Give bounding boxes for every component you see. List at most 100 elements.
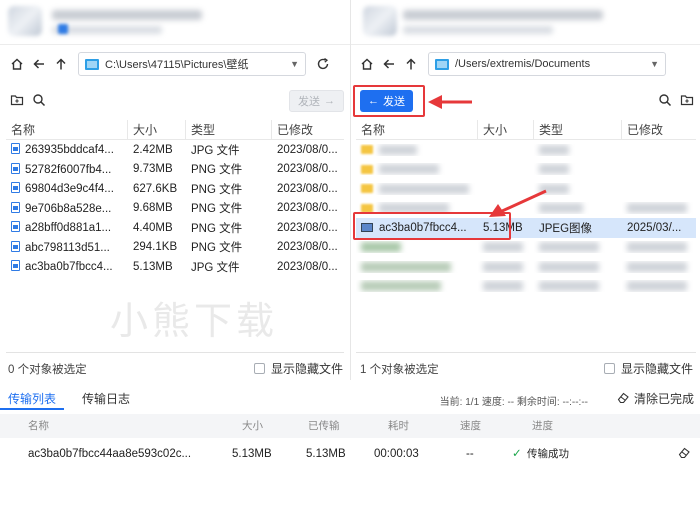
file-size: 5.13MB — [133, 260, 173, 273]
col-modified[interactable]: 已修改 — [622, 120, 696, 139]
list-item[interactable] — [356, 277, 696, 297]
file-icon — [11, 260, 20, 272]
file-type: PNG 文件 — [191, 203, 243, 216]
table-row[interactable]: 263935bddcaf4... 2.42MB JPG 文件 2023/08/0... — [6, 140, 344, 160]
col-type[interactable]: 类型 — [534, 120, 622, 139]
file-type: JPG 文件 — [191, 261, 240, 274]
file-name: abc798113d51... — [6, 240, 128, 254]
back-arrow-icon[interactable] — [378, 53, 400, 75]
up-arrow-icon[interactable] — [400, 53, 422, 75]
file-transfer-window: C:\Users\47115\Pictures\壁纸 ▼ /Users/extr… — [0, 0, 700, 520]
transfer-info: 当前: 1/1 速度: -- 剩余时间: --:--:-- — [439, 397, 588, 408]
file-type: PNG 文件 — [191, 242, 243, 255]
transfer-row[interactable]: ac3ba0b7fbcc44aa8e593c02c... 5.13MB 5.13… — [0, 442, 700, 466]
file-icon — [11, 143, 20, 155]
left-file-table: 名称 大小 类型 已修改 263935bddcaf4... 2.42MB JPG 文… — [6, 120, 344, 277]
col-name[interactable]: 名称 — [6, 120, 128, 139]
file-name: a28bff0d881a1... — [6, 221, 128, 234]
table-row[interactable]: 52782f6007fb4... 9.73MB PNG 文件 2023/08/0... — [6, 160, 344, 180]
chevron-down-icon[interactable]: ▼ — [290, 59, 299, 69]
col-size[interactable]: 大小 — [478, 120, 534, 139]
file-size: 627.6KB — [133, 182, 178, 195]
transfer-elapsed: 00:00:03 — [374, 448, 419, 460]
left-nav-bar: C:\Users\47115\Pictures\壁纸 ▼ — [6, 52, 344, 76]
file-type: PNG 文件 — [191, 164, 243, 177]
tab-transfer-list[interactable]: 传输列表 — [0, 388, 65, 410]
col-type[interactable]: 类型 — [186, 120, 272, 139]
right-path-text: /Users/extremis/Documents — [455, 58, 591, 70]
file-size: 9.68MB — [133, 202, 173, 215]
file-name: 9e706b8a528e... — [6, 201, 128, 215]
file-icon — [11, 201, 20, 213]
annotation-arrow — [489, 189, 547, 217]
transfer-transferred: 5.13MB — [306, 448, 346, 460]
file-name: 263935bddcaf4... — [6, 143, 128, 156]
device-icon — [8, 6, 42, 36]
file-icon — [11, 240, 20, 252]
computer-icon — [435, 58, 449, 70]
table-row[interactable]: 9e706b8a528e... 9.68MB PNG 文件 2023/08/0... — [6, 199, 344, 219]
file-size: 294.1KB — [133, 241, 178, 254]
right-status: 1 个对象被选定 — [360, 364, 439, 376]
right-show-hidden[interactable]: 显示隐藏文件 — [604, 360, 693, 377]
eraser-icon[interactable] — [678, 440, 691, 468]
home-icon[interactable] — [6, 53, 28, 75]
transfer-speed: -- — [466, 448, 474, 460]
clear-completed-button[interactable]: 清除已完成 — [617, 390, 694, 407]
transfer-table-header: 名称 大小 已传输 耗时 速度 进度 — [0, 414, 700, 438]
checkbox[interactable] — [604, 363, 615, 374]
file-modified: 2023/08/0... — [277, 143, 338, 156]
list-item[interactable] — [356, 238, 696, 258]
file-type: PNG 文件 — [191, 183, 243, 196]
col-size[interactable]: 大小 — [128, 120, 186, 139]
col-transferred: 已传输 — [308, 420, 340, 432]
table-row[interactable]: abc798113d51... 294.1KB PNG 文件 2023/08/0... — [6, 238, 344, 258]
table-row[interactable]: 69804d3e9c4f4... 627.6KB PNG 文件 2023/08/0..… — [6, 179, 344, 199]
file-size: 2.42MB — [133, 143, 173, 156]
new-folder-icon[interactable] — [680, 93, 694, 110]
table-row[interactable]: a28bff0d881a1... 4.40MB PNG 文件 2023/08/0... — [6, 218, 344, 238]
col-progress: 进度 — [532, 420, 553, 432]
file-name: ac3ba0b7fbcc4... — [6, 260, 128, 273]
list-item[interactable] — [356, 257, 696, 277]
watermark: 小熊下载 — [110, 299, 279, 343]
left-toolbar: 发送 → — [10, 88, 344, 114]
left-path-input[interactable]: C:\Users\47115\Pictures\壁纸 ▼ — [78, 52, 306, 76]
chevron-down-icon[interactable]: ▼ — [650, 59, 659, 69]
file-modified: 2025/03/... — [627, 221, 682, 234]
col-name[interactable]: 名称 — [356, 120, 478, 139]
right-path-input[interactable]: /Users/extremis/Documents ▼ — [428, 52, 666, 76]
file-name: 52782f6007fb4... — [6, 162, 128, 176]
new-folder-icon[interactable] — [10, 93, 24, 110]
col-speed: 速度 — [460, 420, 481, 432]
annotation-arrow — [428, 95, 472, 109]
left-path-text: C:\Users\47115\Pictures\壁纸 — [105, 59, 249, 71]
up-arrow-icon[interactable] — [50, 53, 72, 75]
search-icon[interactable] — [658, 93, 672, 110]
table-row[interactable]: ac3ba0b7fbcc4... 5.13MB JPG 文件 2023/08/0... — [6, 257, 344, 277]
search-icon[interactable] — [32, 93, 46, 110]
left-status: 0 个对象被选定 — [8, 364, 87, 376]
tab-transfer-log[interactable]: 传输日志 — [74, 388, 138, 410]
left-show-hidden[interactable]: 显示隐藏文件 — [254, 360, 343, 377]
back-arrow-icon[interactable] — [28, 53, 50, 75]
file-modified: 2023/08/0... — [277, 202, 338, 215]
list-item[interactable] — [356, 140, 696, 160]
file-modified: 2023/08/0... — [277, 221, 338, 234]
file-type: PNG 文件 — [191, 222, 243, 235]
send-label: 发送 — [298, 96, 320, 108]
col-elapsed: 耗时 — [388, 420, 409, 432]
refresh-icon[interactable] — [312, 53, 334, 75]
file-name: 69804d3e9c4f4... — [6, 182, 128, 195]
list-item[interactable] — [356, 160, 696, 180]
left-send-button[interactable]: 发送 → — [289, 90, 344, 112]
file-size: 4.40MB — [133, 221, 173, 234]
arrow-right-icon: → — [324, 95, 335, 107]
checkbox[interactable] — [254, 363, 265, 374]
file-type: JPG 文件 — [191, 144, 240, 157]
col-modified[interactable]: 已修改 — [272, 120, 344, 139]
table-header: 名称 大小 类型 已修改 — [356, 120, 696, 140]
transfer-size: 5.13MB — [232, 448, 272, 460]
device-icon — [363, 6, 397, 36]
home-icon[interactable] — [356, 53, 378, 75]
